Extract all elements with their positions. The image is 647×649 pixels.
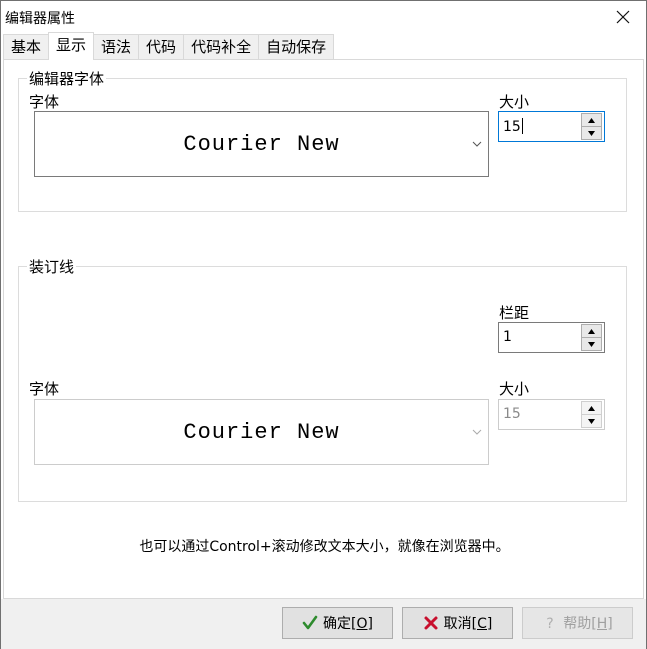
gutter-size-increment-button[interactable] [581, 401, 602, 414]
tab-autosave[interactable]: 自动保存 [258, 34, 335, 60]
close-button[interactable] [600, 1, 646, 33]
tab-code-completion[interactable]: 代码补全 [183, 34, 260, 60]
gutter-group-title: 装订线 [27, 256, 77, 277]
editor-font-group-title: 编辑器字体 [27, 68, 107, 89]
close-icon [616, 10, 630, 24]
text-caret [521, 118, 523, 134]
triangle-up-icon [588, 328, 595, 334]
triangle-up-icon [588, 117, 595, 123]
gutter-margin-label: 栏距 [499, 304, 530, 322]
help-button[interactable]: ? 帮助[H] [522, 607, 633, 639]
editor-size-increment-button[interactable] [581, 113, 602, 126]
triangle-down-icon [588, 341, 595, 347]
tab-strip: 基本 显示 语法 代码 代码补全 自动保存 [3, 32, 335, 60]
editor-size-decrement-button[interactable] [581, 126, 602, 140]
gutter-size-label: 大小 [499, 380, 530, 398]
help-icon: ? [547, 616, 554, 631]
triangle-down-icon [588, 130, 595, 136]
help-shortcut: [H] [591, 616, 613, 632]
gutter-size-value[interactable]: 15 [503, 406, 521, 422]
hint-text: 也可以通过Control+滚动修改文本大小，就像在浏览器中。 [139, 539, 510, 555]
window-title: 编辑器属性 [5, 11, 75, 27]
gutter-font-select[interactable]: Courier New [34, 399, 489, 465]
tab-display[interactable]: 显示 [48, 32, 95, 60]
editor-size-spinner[interactable]: 15 [498, 111, 605, 142]
editor-size-value: 15 [503, 119, 521, 135]
ok-label-text: 确定 [323, 616, 352, 632]
editor-font-label: 字体 [29, 93, 60, 111]
gutter-margin-value[interactable]: 1 [503, 329, 512, 345]
cancel-shortcut: [C] [471, 616, 493, 632]
gutter-margin-decrement-button[interactable] [581, 337, 602, 351]
gutter-margin-spinner[interactable]: 1 [498, 322, 605, 353]
ok-button[interactable]: 确定[O] [282, 607, 393, 639]
editor-font-value: Courier New [183, 131, 340, 157]
help-button-label: 帮助[H] [563, 613, 612, 633]
gutter-font-label: 字体 [29, 380, 60, 398]
x-icon [424, 616, 438, 630]
editor-size-label: 大小 [499, 93, 530, 111]
gutter-size-spinner[interactable]: 15 [498, 399, 605, 430]
gutter-size-decrement-button[interactable] [581, 414, 602, 428]
tab-code[interactable]: 代码 [138, 34, 185, 60]
svg-text:?: ? [547, 616, 554, 631]
checkmark-icon [302, 615, 318, 630]
editor-size-stepper [581, 113, 602, 140]
cancel-button-label: 取消[C] [444, 613, 493, 633]
gutter-font-value: Courier New [183, 419, 340, 445]
editor-size-input[interactable]: 15 [503, 118, 523, 135]
tab-syntax[interactable]: 语法 [93, 34, 140, 60]
chevron-down-icon [472, 141, 482, 147]
triangle-down-icon [588, 418, 595, 424]
gutter-margin-stepper [581, 324, 602, 351]
ok-shortcut: [O] [351, 616, 373, 632]
ok-button-label: 确定[O] [323, 613, 373, 633]
triangle-up-icon [588, 405, 595, 411]
tab-basic[interactable]: 基本 [3, 34, 50, 60]
title-bar: 编辑器属性 [1, 1, 646, 33]
gutter-margin-increment-button[interactable] [581, 324, 602, 337]
dialog-window: 编辑器属性 基本 显示 语法 代码 代码补全 自动保存 编辑器字体 字体 Cou… [0, 0, 647, 649]
help-label-text: 帮助 [563, 616, 592, 632]
chevron-down-icon [472, 429, 482, 435]
cancel-label-text: 取消 [443, 616, 472, 632]
display-tab-panel: 编辑器字体 字体 Courier New 大小 15 装订线 栏距 1 字体 C… [3, 59, 644, 599]
cancel-button[interactable]: 取消[C] [402, 607, 513, 639]
gutter-size-stepper [581, 401, 602, 428]
dialog-footer: 确定[O] 取消[C] ? 帮助[H] [1, 599, 646, 649]
gutter-group: 装订线 [18, 256, 627, 502]
editor-font-select[interactable]: Courier New [34, 111, 489, 177]
